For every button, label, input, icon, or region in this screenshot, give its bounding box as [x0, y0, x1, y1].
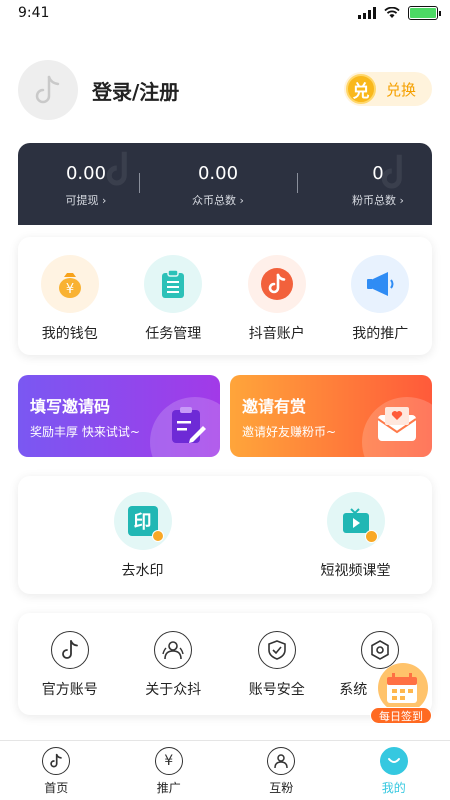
quick-actions-card: ¥ 我的钱包 任务管理 抖音账户 我的推广 — [18, 237, 432, 355]
daily-signin-button[interactable]: 每日签到 — [370, 663, 432, 725]
clipboard-icon — [144, 255, 203, 313]
tiktok-icon — [247, 255, 306, 313]
megaphone-icon — [351, 255, 410, 313]
wallet-icon: ¥ — [40, 255, 99, 313]
withdrawable-balance[interactable]: 0.00 可提现 › — [36, 163, 136, 208]
battery-icon — [408, 6, 441, 20]
edit-clipboard-icon — [172, 407, 206, 443]
shield-icon — [257, 631, 296, 669]
balance-label: 粉币总数 › — [352, 194, 404, 207]
quick-label: 抖音账户 — [248, 326, 305, 342]
tab-label: 推广 — [156, 781, 181, 795]
tiktok-icon — [50, 631, 89, 669]
balance-label: 众币总数 › — [192, 194, 244, 207]
tab-label: 我的 — [381, 781, 406, 795]
balance-value: 0.00 — [65, 163, 107, 184]
quick-label: 我的推广 — [352, 326, 409, 342]
svg-text:¥: ¥ — [66, 282, 74, 297]
banner-subtitle: 奖励丰厚 快来试试~ — [30, 425, 140, 439]
zhong-coin-total[interactable]: 0.00 众币总数 › — [168, 163, 268, 208]
profile-header: 登录/注册 兑 兑换 — [18, 60, 432, 120]
tiktok-icon — [42, 747, 71, 775]
tool-label: 短视频课堂 — [320, 563, 391, 579]
user-icon — [267, 747, 296, 775]
quick-label: 我的钱包 — [41, 326, 98, 342]
balance-panel: 0.00 可提现 › 0.00 众币总数 › 0 粉币总数 › — [18, 143, 432, 225]
coin-icon: 兑 — [346, 74, 376, 104]
signin-label: 每日签到 — [370, 707, 432, 724]
tab-promotion[interactable]: ¥ 推广 — [134, 741, 204, 800]
settings-label: 关于众抖 — [145, 682, 202, 698]
balance-value: 0 — [372, 163, 384, 184]
settings-label: 账号安全 — [248, 682, 305, 698]
fan-coin-total[interactable]: 0 粉币总数 › — [328, 163, 428, 208]
balance-value: 0.00 — [197, 163, 239, 184]
tools-card: 印 去水印 短视频课堂 — [18, 476, 432, 594]
banner-title: 填写邀请码 — [30, 397, 111, 416]
login-register-link[interactable]: 登录/注册 — [92, 76, 179, 105]
redeem-button[interactable]: 兑 兑换 — [344, 72, 432, 106]
tiktok-logo-icon — [35, 75, 60, 104]
redeem-label: 兑换 — [386, 80, 417, 99]
tab-label: 互粉 — [269, 781, 294, 795]
tool-label: 去水印 — [121, 563, 164, 579]
task-management-button[interactable]: 任务管理 — [128, 255, 218, 343]
tab-home[interactable]: 首页 — [21, 741, 91, 800]
divider — [139, 173, 140, 193]
remove-watermark-button[interactable]: 印 去水印 — [83, 492, 203, 580]
watermark-icon: 印 — [113, 492, 172, 550]
account-security-button[interactable]: 账号安全 — [232, 631, 322, 699]
calendar-icon — [387, 673, 417, 703]
douyin-account-button[interactable]: 抖音账户 — [232, 255, 322, 343]
invite-code-banner[interactable]: 填写邀请码 奖励丰厚 快来试试~ — [18, 375, 220, 457]
video-class-icon — [326, 492, 385, 550]
my-wallet-button[interactable]: ¥ 我的钱包 — [25, 255, 115, 343]
video-class-button[interactable]: 短视频课堂 — [296, 492, 416, 580]
status-icons — [358, 6, 441, 20]
banner-subtitle: 邀请好友赚粉币~ — [242, 425, 337, 439]
edit-badge-icon — [151, 530, 164, 542]
banner-title: 邀请有赏 — [242, 397, 307, 416]
status-bar: 9:41 — [0, 0, 450, 26]
invite-reward-banner[interactable]: 邀请有赏 邀请好友赚粉币~ — [230, 375, 432, 457]
tab-label: 首页 — [44, 781, 69, 795]
balance-label: 可提现 › — [65, 194, 107, 207]
tab-mine[interactable]: 我的 — [359, 741, 429, 800]
settings-label: 官方账号 — [41, 682, 98, 698]
signal-icon — [358, 7, 376, 19]
envelope-heart-icon — [377, 407, 417, 441]
about-button[interactable]: 关于众抖 — [128, 631, 218, 699]
official-account-button[interactable]: 官方账号 — [25, 631, 115, 699]
divider — [297, 173, 298, 193]
smile-icon — [379, 747, 408, 775]
bottom-tab-bar: 首页 ¥ 推广 互粉 我的 — [0, 740, 450, 800]
my-promotion-button[interactable]: 我的推广 — [335, 255, 425, 343]
tab-mutual-follow[interactable]: 互粉 — [246, 741, 316, 800]
status-time: 9:41 — [18, 5, 50, 21]
quick-label: 任务管理 — [145, 326, 202, 342]
avatar[interactable] — [18, 60, 78, 120]
wifi-icon — [384, 7, 400, 18]
people-icon — [154, 631, 193, 669]
yen-icon: ¥ — [154, 747, 183, 775]
clock-badge-icon — [364, 530, 378, 543]
